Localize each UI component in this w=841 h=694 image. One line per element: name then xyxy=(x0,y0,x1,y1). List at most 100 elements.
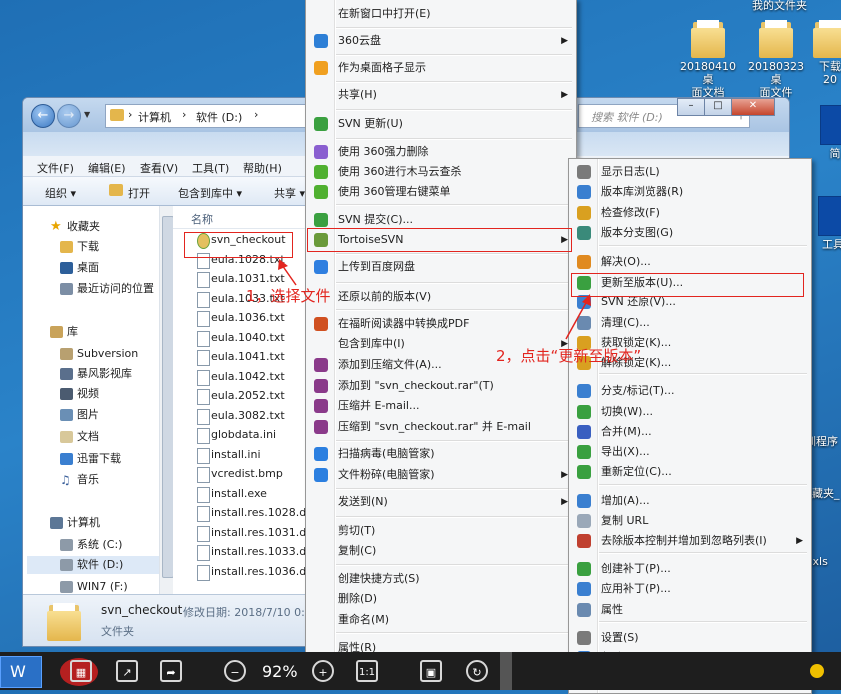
menu-item[interactable]: 检查修改(F) xyxy=(571,203,809,223)
file-row[interactable]: install.res.1033.dll xyxy=(197,543,312,561)
menu-item[interactable]: SVN 更新(U) xyxy=(308,114,574,134)
menu-item[interactable]: 在福昕阅读器中转换成PDF xyxy=(308,314,574,334)
menu-item[interactable]: 压缩到 "svn_checkout.rar" 并 E-mail xyxy=(308,417,574,437)
file-row[interactable]: eula.1041.txt xyxy=(197,348,285,366)
menu-item[interactable]: 360云盘 ▶ xyxy=(308,31,574,51)
desktop-doc-jian[interactable]: 简 xyxy=(820,105,841,160)
include-in-library-button[interactable]: 包含到库中 ▾ xyxy=(178,185,242,201)
nav-desktop[interactable]: 桌面 xyxy=(60,259,99,277)
maximize-button[interactable]: □ xyxy=(704,98,732,116)
nav-lib-documents[interactable]: 文档 xyxy=(60,428,99,446)
menu-item[interactable]: 使用 360强力删除 xyxy=(308,142,574,162)
nav-drive-d[interactable]: 软件 (D:) xyxy=(27,556,159,574)
menu-item[interactable]: 切换(W)... xyxy=(571,402,809,422)
menu-item[interactable]: 显示日志(L) xyxy=(571,162,809,182)
forward-button[interactable]: → xyxy=(57,104,81,128)
desktop-folder-download[interactable]: 下载 20 xyxy=(810,18,841,86)
nav-lib-pictures[interactable]: 图片 xyxy=(60,406,99,424)
menu-item[interactable]: 复制 URL xyxy=(571,511,809,531)
menu-item[interactable]: 添加到 "svn_checkout.rar"(T) xyxy=(308,376,574,396)
file-row[interactable]: install.exe xyxy=(197,485,267,503)
share-icon[interactable]: ➦ xyxy=(160,660,182,682)
menu-item[interactable]: SVN 提交(C)... xyxy=(308,210,574,230)
fit-screen-icon[interactable]: ↗ xyxy=(116,660,138,682)
menu-item[interactable]: 扫描病毒(电脑管家) xyxy=(308,444,574,464)
zoom-in-icon[interactable]: + xyxy=(312,660,334,682)
menu-item[interactable]: 合并(M)... xyxy=(571,422,809,442)
column-name-header[interactable]: 名称 xyxy=(191,211,213,227)
file-row[interactable]: eula.2052.txt xyxy=(197,387,285,405)
menu-item[interactable]: 使用 360进行木马云查杀 xyxy=(308,162,574,182)
menu-item[interactable]: 删除(D) xyxy=(308,589,574,609)
file-row[interactable]: eula.1040.txt xyxy=(197,329,285,347)
share-button[interactable]: 共享 ▾ xyxy=(274,185,305,201)
minimize-button[interactable]: – xyxy=(677,98,705,116)
menu-file[interactable]: 文件(F) xyxy=(37,160,74,176)
menu-item[interactable]: 版本分支图(G) xyxy=(571,223,809,243)
nav-recent[interactable]: 最近访问的位置 xyxy=(60,280,154,298)
menu-item[interactable]: 还原以前的版本(V) xyxy=(308,287,574,307)
file-row[interactable]: eula.3082.txt xyxy=(197,407,285,425)
menu-item[interactable]: 重新定位(C)... xyxy=(571,462,809,482)
breadcrumb-computer[interactable]: 计算机 xyxy=(138,109,171,125)
file-row[interactable]: install.res.1028.dll xyxy=(197,504,312,522)
desktop-folder-20180323[interactable]: 20180323桌 面文件 xyxy=(746,18,806,99)
file-row[interactable]: install.res.1031.dll xyxy=(197,524,312,542)
menu-item[interactable]: 使用 360管理右键菜单 xyxy=(308,182,574,202)
menu-item[interactable]: 创建补丁(P)... xyxy=(571,559,809,579)
menu-item[interactable]: 文件粉碎(电脑管家) ▶ xyxy=(308,465,574,485)
menu-item[interactable]: 导出(X)... xyxy=(571,442,809,462)
menu-item[interactable]: 重命名(M) xyxy=(308,610,574,630)
menu-tools[interactable]: 工具(T) xyxy=(192,160,229,176)
file-row[interactable]: globdata.ini xyxy=(197,426,276,444)
file-row[interactable]: eula.1036.txt xyxy=(197,309,285,327)
nav-download[interactable]: 下载 xyxy=(60,238,99,256)
menu-item[interactable]: 设置(S) xyxy=(571,628,809,648)
nav-lib-subversion[interactable]: Subversion xyxy=(60,345,138,363)
menu-item[interactable]: 应用补丁(P)... xyxy=(571,579,809,599)
menu-view[interactable]: 查看(V) xyxy=(140,160,178,176)
organize-button[interactable]: 组织 ▾ xyxy=(45,185,76,201)
menu-item[interactable]: 作为桌面格子显示 xyxy=(308,58,574,78)
rotate-icon[interactable]: ↻ xyxy=(466,660,488,682)
file-row[interactable]: install.res.1036.dll xyxy=(197,563,312,581)
menu-item[interactable]: 上传到百度网盘 xyxy=(308,257,574,277)
menu-edit[interactable]: 编辑(E) xyxy=(88,160,126,176)
desktop-folder-20180410[interactable]: 20180410桌 面文档 xyxy=(678,18,738,99)
menu-item[interactable]: 解决(O)... xyxy=(571,252,809,272)
nav-scrollbar[interactable] xyxy=(159,206,174,594)
menu-item[interactable]: 复制(C) xyxy=(308,541,574,561)
back-button[interactable]: ← xyxy=(31,104,55,128)
nav-lib-video[interactable]: 视频 xyxy=(60,385,99,403)
nav-drive-c[interactable]: 系统 (C:) xyxy=(60,536,122,554)
menu-item[interactable]: 发送到(N) ▶ xyxy=(308,492,574,512)
open-button[interactable]: 打开 xyxy=(128,185,150,201)
zoom-out-icon[interactable]: − xyxy=(224,660,246,682)
menu-item[interactable]: 创建快捷方式(S) xyxy=(308,569,574,589)
desktop-doc-tools[interactable]: 工具 xyxy=(818,196,841,251)
file-row[interactable]: install.ini xyxy=(197,446,261,464)
close-button[interactable]: ✕ xyxy=(731,98,775,116)
save-icon[interactable]: ▦ xyxy=(70,660,92,682)
nav-lib-music[interactable]: ♫ 音乐 xyxy=(60,471,99,489)
menu-item[interactable]: 共享(H) ▶ xyxy=(308,85,574,105)
menu-item[interactable]: 在新窗口中打开(E) xyxy=(308,4,574,24)
menu-item[interactable]: 清理(C)... xyxy=(571,313,809,333)
nav-libraries[interactable]: 库 xyxy=(50,323,78,341)
menu-help[interactable]: 帮助(H) xyxy=(243,160,282,176)
nav-lib-thunder[interactable]: 迅雷下载 xyxy=(60,450,121,468)
nav-favorites[interactable]: ★ 收藏夹 xyxy=(50,218,100,236)
menu-item[interactable]: 去除版本控制并增加到忽略列表(I) ▶ xyxy=(571,531,809,551)
recent-dropdown-icon[interactable]: ▼ xyxy=(84,110,90,119)
menu-item[interactable]: 增加(A)... xyxy=(571,491,809,511)
fullscreen-icon[interactable]: ▣ xyxy=(420,660,442,682)
menu-item[interactable]: 剪切(T) xyxy=(308,521,574,541)
menu-item[interactable]: 版本库浏览器(R) xyxy=(571,182,809,202)
actual-size-button[interactable]: 1:1 xyxy=(356,660,378,682)
nav-lib-baofeng[interactable]: 暴风影视库 xyxy=(60,365,132,383)
menu-item[interactable]: 属性 xyxy=(571,600,809,620)
file-row[interactable]: vcredist.bmp xyxy=(197,465,283,483)
breadcrumb-drive-d[interactable]: 软件 (D:) xyxy=(196,109,242,125)
menu-item[interactable]: 分支/标记(T)... xyxy=(571,381,809,401)
nav-computer[interactable]: 计算机 xyxy=(50,514,100,532)
